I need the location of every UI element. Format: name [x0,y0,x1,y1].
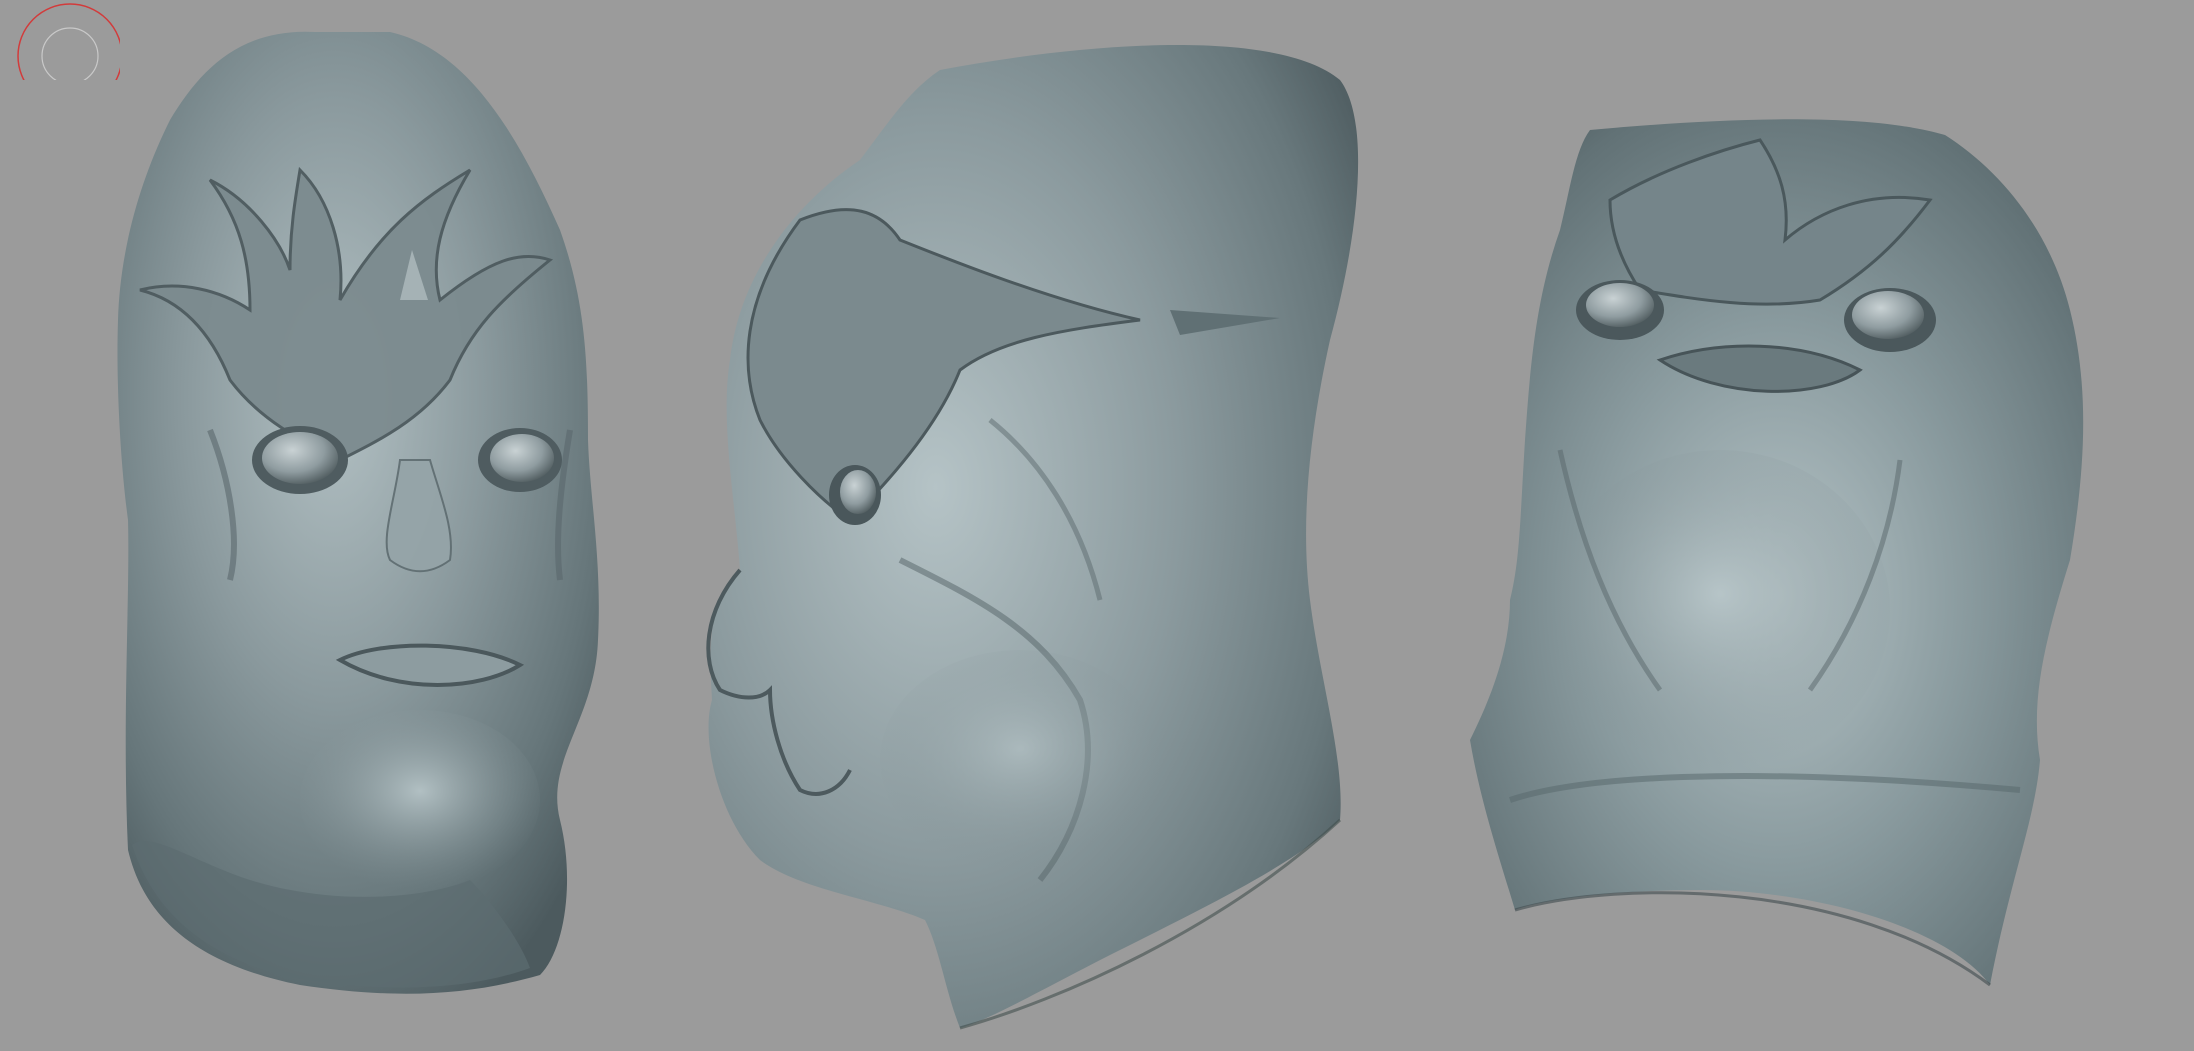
eye-left [1586,283,1654,327]
front-view[interactable] [117,31,599,994]
sculpt-viewport[interactable] [0,0,2194,1051]
sculpt-canvas [117,31,2084,1030]
jaw [880,650,1160,870]
eye-left [262,432,338,484]
throat [1550,450,1890,770]
chin [300,710,540,890]
eye [840,470,876,514]
navigation-gizmo-icon[interactable] [0,0,120,80]
eye-right [1852,291,1924,339]
side-view[interactable] [706,45,1359,1030]
eye-right [490,434,554,482]
low-angle-view[interactable] [1470,119,2084,987]
head-mesh [708,45,1359,1028]
